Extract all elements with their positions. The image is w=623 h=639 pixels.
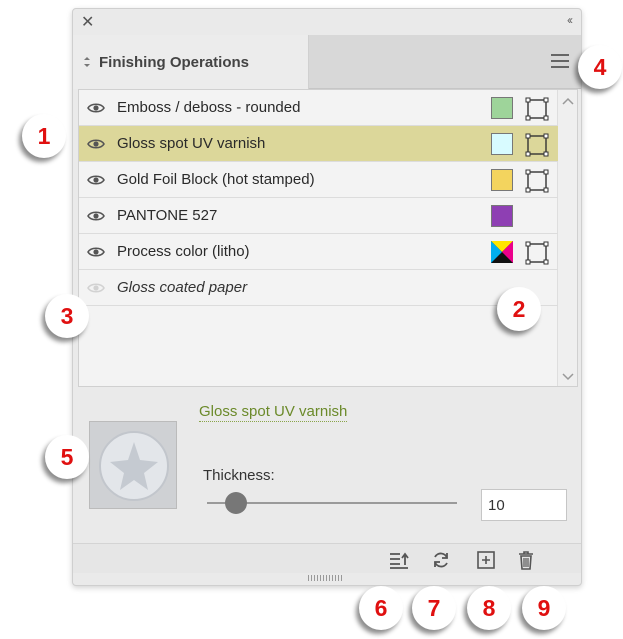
thickness-slider-handle[interactable]: [225, 492, 247, 514]
tab-strip: [309, 35, 581, 89]
callout-8: 8: [467, 586, 511, 630]
panel-title: Finishing Operations: [99, 54, 250, 71]
refresh-icon[interactable]: [431, 550, 451, 570]
callout-7: 7: [412, 586, 456, 630]
callout-4: 4: [578, 45, 622, 89]
tab-finishing-operations[interactable]: Finishing Operations: [73, 35, 309, 89]
panel-toolbar: [73, 543, 581, 573]
callout-1: 1: [22, 114, 66, 158]
operation-name: Gloss spot UV varnish: [117, 135, 266, 152]
list-item[interactable]: Emboss / deboss - rounded: [79, 90, 558, 126]
operation-name: PANTONE 527: [117, 207, 218, 224]
callout-3: 3: [45, 294, 89, 338]
eye-icon[interactable]: [87, 101, 105, 113]
eye-icon[interactable]: [87, 173, 105, 185]
collapse-icon[interactable]: ‹‹: [567, 13, 573, 27]
list-item[interactable]: Gold Foil Block (hot stamped): [79, 162, 558, 198]
tab-updown-icon: [83, 56, 91, 71]
operation-name: Process color (litho): [117, 243, 250, 260]
list-item[interactable]: Gloss spot UV varnish: [79, 126, 558, 162]
object-frame-icon[interactable]: [525, 97, 549, 121]
color-swatch[interactable]: [491, 205, 513, 227]
panel-menu-icon[interactable]: [551, 54, 569, 68]
color-swatch[interactable]: [491, 133, 513, 155]
callout-5: 5: [45, 435, 89, 479]
operations-list: Emboss / deboss - rounded Gloss spot UV v…: [78, 89, 578, 387]
color-swatch[interactable]: [491, 97, 513, 119]
resize-grip[interactable]: [308, 575, 344, 581]
operation-name: Emboss / deboss - rounded: [117, 99, 301, 116]
panel-titlebar: ✕ ‹‹: [73, 9, 581, 35]
finish-preview-thumbnail: [89, 421, 177, 509]
operation-name: Gloss coated paper: [117, 279, 248, 296]
callout-2: 2: [497, 287, 541, 331]
eye-icon[interactable]: [87, 209, 105, 221]
eye-icon[interactable]: [87, 245, 105, 257]
object-frame-icon[interactable]: [525, 241, 549, 265]
operation-name: Gold Foil Block (hot stamped): [117, 171, 315, 188]
object-frame-icon[interactable]: [525, 133, 549, 157]
trash-icon[interactable]: [516, 550, 536, 570]
callout-9: 9: [522, 586, 566, 630]
close-icon[interactable]: ✕: [81, 12, 94, 32]
list-item[interactable]: PANTONE 527: [79, 198, 558, 234]
color-swatch[interactable]: [491, 169, 513, 191]
object-frame-icon[interactable]: [525, 169, 549, 193]
scroll-up-icon[interactable]: [562, 94, 574, 108]
thickness-label: Thickness:: [203, 467, 275, 484]
list-item[interactable]: Gloss coated paper: [79, 270, 558, 306]
sort-icon[interactable]: [389, 550, 409, 570]
add-icon[interactable]: [476, 550, 496, 570]
callout-6: 6: [359, 586, 403, 630]
eye-icon[interactable]: [87, 137, 105, 149]
selected-operation-name[interactable]: Gloss spot UV varnish: [199, 403, 348, 422]
list-item[interactable]: Process color (litho): [79, 234, 558, 270]
eye-icon[interactable]: [87, 281, 105, 293]
thickness-value-field[interactable]: 10: [481, 489, 567, 521]
list-scrollbar[interactable]: [557, 90, 577, 386]
process-color-swatch[interactable]: [491, 241, 513, 263]
scroll-down-icon[interactable]: [562, 370, 574, 384]
